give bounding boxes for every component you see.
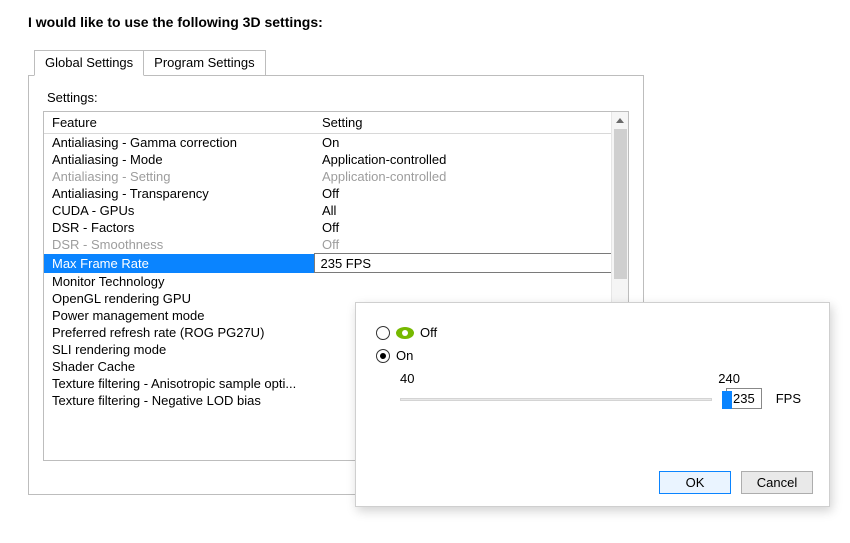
setting-cell: Off (314, 185, 628, 202)
setting-value: 235 FPS (321, 256, 372, 271)
radio-off-indicator (376, 326, 390, 340)
feature-cell: Antialiasing - Mode (44, 151, 314, 168)
table-row[interactable]: Max Frame Rate 235 FPS (44, 254, 628, 273)
feature-cell: DSR - Factors (44, 219, 314, 236)
feature-cell: DSR - Smoothness (44, 236, 314, 254)
feature-cell: CUDA - GPUs (44, 202, 314, 219)
column-header-setting[interactable]: Setting (314, 112, 628, 134)
setting-cell: Off (314, 236, 628, 254)
radio-on[interactable]: On (376, 348, 809, 363)
ok-button[interactable]: OK (659, 471, 731, 494)
table-row[interactable]: Antialiasing - SettingApplication-contro… (44, 168, 628, 185)
radio-on-indicator (376, 349, 390, 363)
setting-cell: Off (314, 219, 628, 236)
fps-unit-label: FPS (776, 391, 801, 406)
table-row[interactable]: Monitor Technology (44, 273, 628, 290)
nvidia-eye-icon (396, 327, 414, 339)
feature-cell: Texture filtering - Negative LOD bias (44, 392, 314, 409)
feature-cell: OpenGL rendering GPU (44, 290, 314, 307)
setting-cell: Application-controlled (314, 151, 628, 168)
radio-on-label: On (396, 348, 413, 363)
feature-cell: Shader Cache (44, 358, 314, 375)
slider-min-label: 40 (400, 371, 414, 386)
settings-label: Settings: (47, 90, 625, 105)
tab-global-settings[interactable]: Global Settings (34, 50, 144, 76)
feature-cell: Antialiasing - Setting (44, 168, 314, 185)
table-row[interactable]: Antialiasing - Gamma correctionOn (44, 134, 628, 152)
feature-cell: Power management mode (44, 307, 314, 324)
feature-cell: SLI rendering mode (44, 341, 314, 358)
tab-bar: Global Settings Program Settings (34, 50, 822, 75)
table-row[interactable]: DSR - SmoothnessOff (44, 236, 628, 254)
feature-cell: Antialiasing - Transparency (44, 185, 314, 202)
tab-program-settings[interactable]: Program Settings (143, 50, 265, 75)
column-header-feature[interactable]: Feature (44, 112, 314, 134)
setting-cell[interactable]: 235 FPS (314, 254, 628, 273)
page-title: I would like to use the following 3D set… (28, 14, 822, 30)
table-row[interactable]: Antialiasing - ModeApplication-controlle… (44, 151, 628, 168)
scroll-thumb[interactable] (614, 129, 627, 279)
cancel-button[interactable]: Cancel (741, 471, 813, 494)
setting-cell (314, 273, 628, 290)
feature-cell: Monitor Technology (44, 273, 314, 290)
setting-cell: Application-controlled (314, 168, 628, 185)
table-row[interactable]: Antialiasing - TransparencyOff (44, 185, 628, 202)
feature-cell: Max Frame Rate (44, 254, 314, 273)
setting-cell: All (314, 202, 628, 219)
table-row[interactable]: DSR - FactorsOff (44, 219, 628, 236)
fps-slider-thumb[interactable] (722, 391, 732, 409)
table-row[interactable]: CUDA - GPUsAll (44, 202, 628, 219)
feature-cell: Texture filtering - Anisotropic sample o… (44, 375, 314, 392)
max-frame-rate-popup: Off On 40 240 235 FPS OK Cancel (355, 302, 830, 507)
setting-cell: On (314, 134, 628, 152)
radio-off[interactable]: Off (376, 325, 809, 340)
slider-max-label: 240 (718, 371, 740, 386)
radio-off-label: Off (420, 325, 437, 340)
fps-slider[interactable] (400, 389, 712, 409)
feature-cell: Preferred refresh rate (ROG PG27U) (44, 324, 314, 341)
scroll-up-icon[interactable] (612, 112, 628, 129)
feature-cell: Antialiasing - Gamma correction (44, 134, 314, 152)
